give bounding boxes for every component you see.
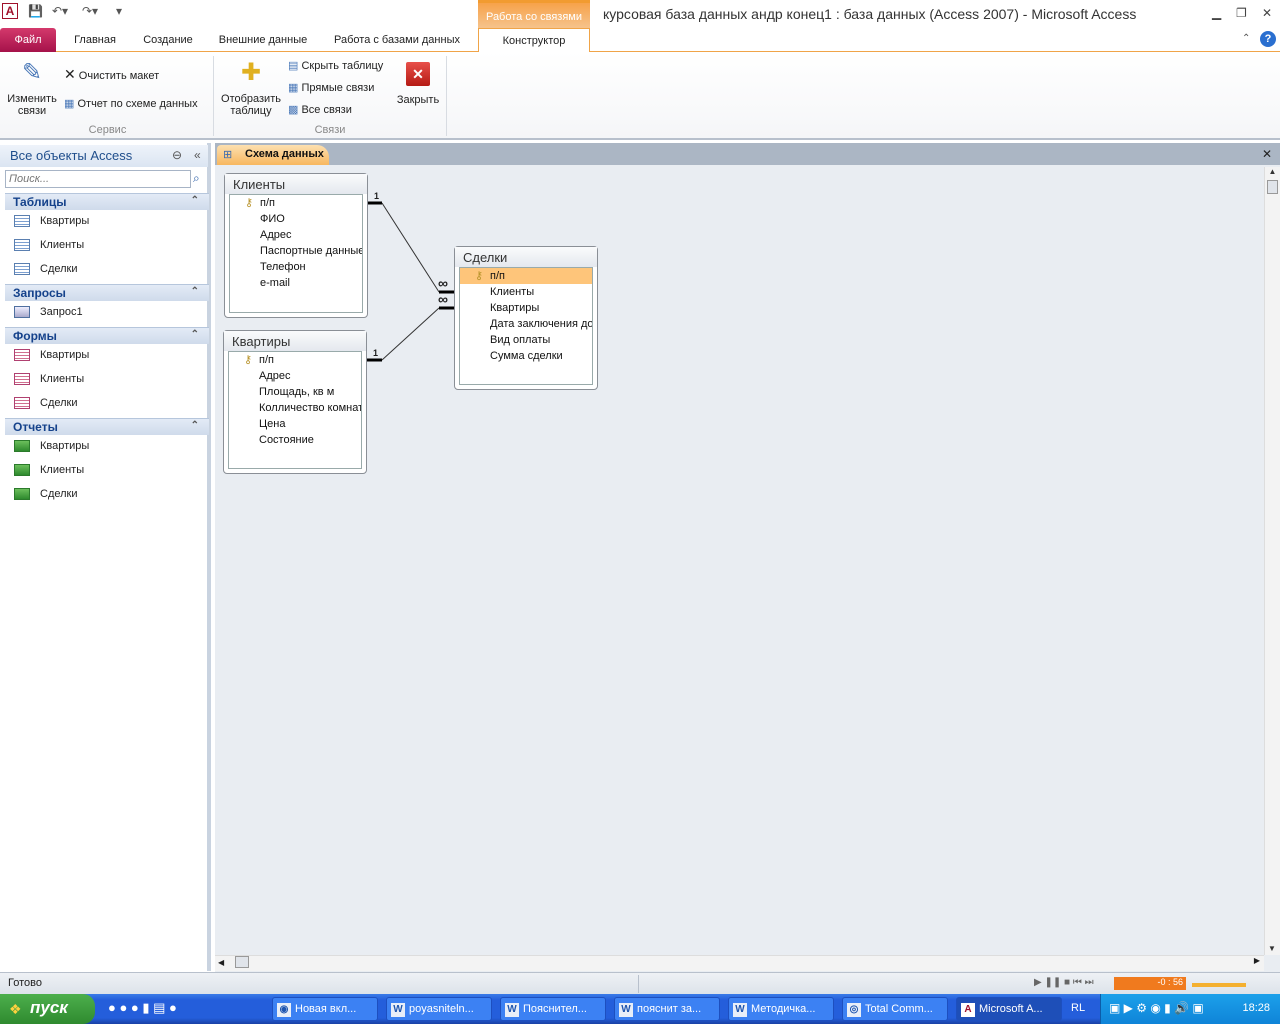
field-list: ⚷ п/п Адрес Площадь, кв м Колличество комнат… (228, 351, 362, 469)
status-text: Готово (8, 977, 42, 989)
field-row[interactable]: Клиенты (460, 284, 592, 300)
table-box[interactable]: Сделки ⚷ п/п Клиенты Квартиры Дата заключения… (454, 246, 598, 390)
language-indicator[interactable]: RL (1071, 1002, 1085, 1014)
field-row[interactable]: Квартиры (460, 300, 592, 316)
app-icon: ◉ (277, 1003, 291, 1017)
taskbar-item[interactable]: W Пояснител... (500, 997, 606, 1021)
primary-key-icon: ⚷ (475, 270, 484, 282)
app-icon: ◎ (847, 1003, 861, 1017)
status-bar: Готово ▶ ❚❚ ■ ⏮ ⏭ -0 : 56 (0, 972, 1280, 994)
vertical-scrollbar[interactable]: ▲ ▼ (1264, 167, 1280, 955)
field-row[interactable]: Адрес (230, 227, 362, 243)
field-list: ⚷ п/п Клиенты Квартиры Дата заключения до Вид… (459, 267, 593, 385)
field-row[interactable]: Колличество комнат (229, 400, 361, 416)
app-icon: W (619, 1003, 633, 1017)
field-row[interactable]: ФИО (230, 211, 362, 227)
horizontal-scrollbar[interactable]: ◀ ▶ (215, 955, 1264, 971)
field-row[interactable]: Адрес (229, 368, 361, 384)
relationship-lines (367, 201, 454, 362)
field-list: ⚷ п/п ФИО Адрес Паспортные данные Телефон e-ma… (229, 194, 363, 313)
field-row[interactable]: Цена (229, 416, 361, 432)
relation-line-clients (381, 202, 440, 293)
table-box[interactable]: Квартиры ⚷ п/п Адрес Площадь, кв м Колличеств… (223, 330, 367, 474)
field-row[interactable]: Вид оплаты (460, 332, 592, 348)
cardinality-many: ∞ (438, 275, 448, 291)
quick-launch-icons[interactable]: ● ● ● ▮ ▤ ● (108, 1000, 177, 1016)
windows-logo-icon: ❖ (9, 1001, 22, 1017)
field-row[interactable]: Телефон (230, 259, 362, 275)
app-icon: W (733, 1003, 747, 1017)
relation-line-apartments (381, 307, 440, 361)
field-row[interactable]: Площадь, кв м (229, 384, 361, 400)
cardinality-one: 1 (373, 348, 379, 358)
media-controls[interactable]: ▶ ❚❚ ■ ⏮ ⏭ (1034, 977, 1094, 988)
field-row[interactable]: e-mail (230, 275, 362, 291)
table-box[interactable]: Клиенты ⚷ п/п ФИО Адрес Паспортные данные Теле… (224, 173, 368, 318)
system-tray: ▣ ▶ ⚙ ◉ ▮ 🔊 ▣ 18:28 (1100, 994, 1280, 1024)
field-row[interactable]: ⚷ п/п (229, 352, 361, 368)
scroll-thumb[interactable] (1267, 180, 1278, 194)
volume-slider[interactable] (1192, 983, 1246, 987)
app-icon: A (961, 1003, 975, 1017)
media-time: -0 : 56 (1114, 977, 1186, 990)
taskbar-item[interactable]: A Microsoft A... (956, 997, 1062, 1021)
taskbar-item[interactable]: ◎ Total Comm... (842, 997, 948, 1021)
taskbar-item[interactable]: Wpoyasniteln... (386, 997, 492, 1021)
primary-key-icon: ⚷ (244, 354, 253, 366)
clock: 18:28 (1242, 1002, 1270, 1014)
field-row[interactable]: Сумма сделки (460, 348, 592, 364)
cardinality-many: ∞ (438, 291, 448, 307)
taskbar-item[interactable]: ◉ Новая вкл... (272, 997, 378, 1021)
table-title[interactable]: Сделки (455, 247, 597, 267)
field-row[interactable]: ⚷ п/п (230, 195, 362, 211)
field-row[interactable]: Состояние (229, 432, 361, 448)
scroll-thumb[interactable] (235, 956, 250, 969)
tray-icons[interactable]: ▣ ▶ ⚙ ◉ ▮ 🔊 ▣ (1109, 1001, 1204, 1015)
field-row[interactable]: Паспортные данные (230, 243, 362, 259)
cardinality-one: 1 (374, 191, 380, 201)
primary-key-icon: ⚷ (245, 197, 254, 209)
field-row[interactable]: Дата заключения до (460, 316, 592, 332)
table-title[interactable]: Клиенты (225, 174, 367, 194)
app-icon: W (391, 1003, 405, 1017)
table-title[interactable]: Квартиры (224, 331, 366, 351)
app-icon: W (505, 1003, 519, 1017)
field-row[interactable]: ⚷ п/п (460, 268, 592, 284)
taskbar-item[interactable]: Wпояснит за... (614, 997, 720, 1021)
taskbar-item[interactable]: W Методичка... (728, 997, 834, 1021)
